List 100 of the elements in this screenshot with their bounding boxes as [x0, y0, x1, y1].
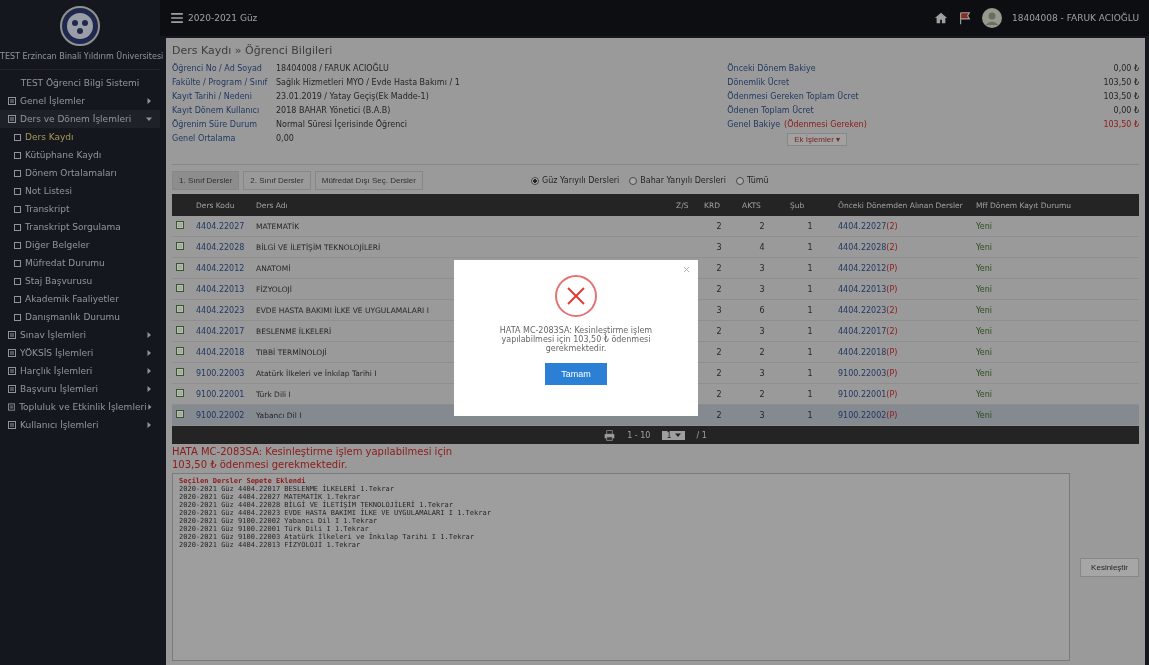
- row-checkbox[interactable]: [176, 410, 184, 418]
- caret-right-icon: [146, 422, 152, 428]
- sidebar-subitem[interactable]: Akademik Faaliyetler: [0, 290, 160, 308]
- radio-label[interactable]: Tümü: [746, 176, 769, 185]
- row-checkbox[interactable]: [176, 389, 184, 397]
- previous-course-mark: (2): [886, 242, 898, 252]
- caret-right-icon: [146, 350, 152, 356]
- sidebar-subitem[interactable]: Dönem Ortalamaları: [0, 164, 160, 182]
- caret-right-icon: [146, 386, 152, 392]
- status-label: Yeni: [976, 326, 993, 336]
- row-checkbox[interactable]: [176, 368, 184, 376]
- error-message: 103,50 ₺ ödenmesi gerekmektedir.: [172, 458, 349, 470]
- status-label: Yeni: [976, 284, 993, 294]
- user-name[interactable]: 18404008 - FARUK ACIOĞLU: [1011, 13, 1139, 23]
- confirm-button[interactable]: Kesinleştir: [1080, 557, 1139, 577]
- sidebar-menu-item[interactable]: Genel İşlemler: [0, 92, 160, 110]
- course-code[interactable]: 4404.22017: [196, 326, 245, 336]
- status-label: Yeni: [976, 410, 993, 420]
- sidebar-menu-item[interactable]: Kullanıcı İşlemleri: [0, 416, 160, 434]
- previous-course-mark: (P): [886, 389, 898, 399]
- credit-cell: 2: [716, 263, 722, 273]
- credit-cell: 2: [716, 368, 722, 378]
- course-code[interactable]: 4404.22028: [196, 242, 245, 252]
- fee-amount: 103,50 ₺: [1103, 77, 1139, 87]
- sidebar-menu-item[interactable]: Ders ve Dönem İşlemleri: [0, 110, 160, 128]
- fee-label: Ödenen Toplam Ücret: [727, 105, 814, 115]
- sidebar-menu-item[interactable]: YÖKSİS İşlemleri: [0, 344, 160, 362]
- sidebar-subitem[interactable]: Transkript: [0, 200, 160, 218]
- ects-cell: 2: [759, 221, 765, 231]
- course-code[interactable]: 4404.22012: [196, 263, 245, 273]
- row-checkbox[interactable]: [176, 263, 184, 271]
- credit-cell: 2: [716, 326, 722, 336]
- actions-dropdown-button[interactable]: Ek İşlemler ▾: [787, 133, 848, 146]
- previous-course-mark: (2): [886, 221, 898, 231]
- row-checkbox[interactable]: [176, 326, 184, 334]
- row-checkbox[interactable]: [176, 221, 184, 229]
- course-code[interactable]: 4404.22013: [196, 284, 245, 294]
- avatar-icon[interactable]: [981, 8, 1002, 28]
- error-message: HATA MC-2083SA: Kesinleştirme işlem yapılabilmesi için: [172, 445, 453, 457]
- sidebar-menu-item[interactable]: Topluluk ve Etkinlik İşlemleri: [0, 398, 160, 416]
- menu-icon[interactable]: [170, 11, 184, 25]
- info-label: Genel Ortalama: [172, 133, 237, 143]
- sidebar-subitem[interactable]: Transkript Sorgulama: [0, 218, 160, 236]
- radio-label[interactable]: Güz Yarıyılı Dersleri: [541, 176, 620, 185]
- sidebar-subitem[interactable]: Not Listesi: [0, 182, 160, 200]
- ects-cell: 6: [759, 305, 765, 315]
- course-code[interactable]: 4404.22023: [196, 305, 245, 315]
- course-code[interactable]: 9100.22001: [196, 389, 245, 399]
- fee-amount: 0,00 ₺: [1113, 105, 1139, 115]
- term-selector[interactable]: 2020-2021 Güz: [188, 13, 258, 23]
- print-icon[interactable]: [604, 429, 616, 441]
- caret-down-icon[interactable]: [674, 432, 681, 438]
- ects-cell: 3: [759, 284, 765, 294]
- flag-icon[interactable]: [957, 11, 972, 25]
- list-icon: [8, 367, 16, 375]
- row-checkbox[interactable]: [176, 284, 184, 292]
- section-cell: 1: [807, 242, 813, 252]
- sidebar-menu-item[interactable]: Başvuru İşlemleri: [0, 380, 160, 398]
- dialog-message: HATA MC-2083SA: Kesinleştirme işlem yapılabilmesi için 103,50 ₺ ödenmesi gerekmektedir.: [498, 326, 654, 353]
- course-code[interactable]: 4404.22018: [196, 347, 245, 357]
- sidebar-subitem[interactable]: Staj Başvurusu: [0, 272, 160, 290]
- row-checkbox[interactable]: [176, 347, 184, 355]
- sidebar-subitem[interactable]: Danışmanlık Durumu: [0, 308, 160, 326]
- row-checkbox[interactable]: [176, 305, 184, 313]
- class-tab[interactable]: 1. Sınıf Dersler: [172, 171, 240, 190]
- sidebar-subitem[interactable]: Müfredat Durumu: [0, 254, 160, 272]
- radio-button[interactable]: [530, 176, 539, 185]
- fee-amount: 0,00 ₺: [1113, 63, 1139, 73]
- status-label: Yeni: [976, 389, 993, 399]
- course-code[interactable]: 4404.22027: [196, 221, 245, 231]
- home-icon[interactable]: [933, 11, 948, 25]
- class-tab[interactable]: Müfredat Dışı Seç. Dersler: [314, 171, 423, 190]
- section-cell: 1: [807, 389, 813, 399]
- section-cell: 1: [807, 263, 813, 273]
- sidebar-subitem[interactable]: Kütüphane Kaydı: [0, 146, 160, 164]
- sidebar-subitem[interactable]: Diğer Belgeler: [0, 236, 160, 254]
- sidebar-menu-item[interactable]: Sınav İşlemleri: [0, 326, 160, 344]
- status-label: Yeni: [976, 347, 993, 357]
- system-name: TEST Öğrenci Bilgi Sistemi: [19, 77, 141, 90]
- section-cell: 1: [807, 410, 813, 420]
- info-value: Sağlık Hizmetleri MYO / Evde Hasta Bakımı / 1: [276, 77, 460, 87]
- sidebar-menu-item[interactable]: Harçlık İşlemleri: [0, 362, 160, 380]
- radio-button[interactable]: [629, 176, 638, 185]
- previous-course-mark: (P): [886, 263, 898, 273]
- row-checkbox[interactable]: [176, 242, 184, 250]
- ects-cell: 3: [759, 326, 765, 336]
- previous-course-mark: (P): [886, 347, 898, 357]
- fee-label: Dönemlik Ücret: [727, 77, 790, 87]
- radio-label[interactable]: Bahar Yarıyılı Dersleri: [640, 176, 726, 185]
- course-code[interactable]: 9100.22003: [196, 368, 245, 378]
- section-cell: 1: [807, 326, 813, 336]
- sidebar-subitem[interactable]: Ders Kaydı: [0, 128, 160, 146]
- info-value: 23.01.2019 / Yatay Geçiş(Ek Madde-1): [276, 91, 429, 101]
- class-tab[interactable]: 2. Sınıf Dersler: [243, 171, 311, 190]
- info-label: Öğrenim Süre Durum: [172, 119, 259, 129]
- page-select[interactable]: 1: [662, 430, 685, 440]
- panel-title: Ders Kaydı » Öğrenci Bilgileri: [172, 43, 334, 59]
- ok-button[interactable]: Tamam: [545, 363, 607, 385]
- radio-button[interactable]: [735, 176, 744, 185]
- status-label: Yeni: [976, 368, 993, 378]
